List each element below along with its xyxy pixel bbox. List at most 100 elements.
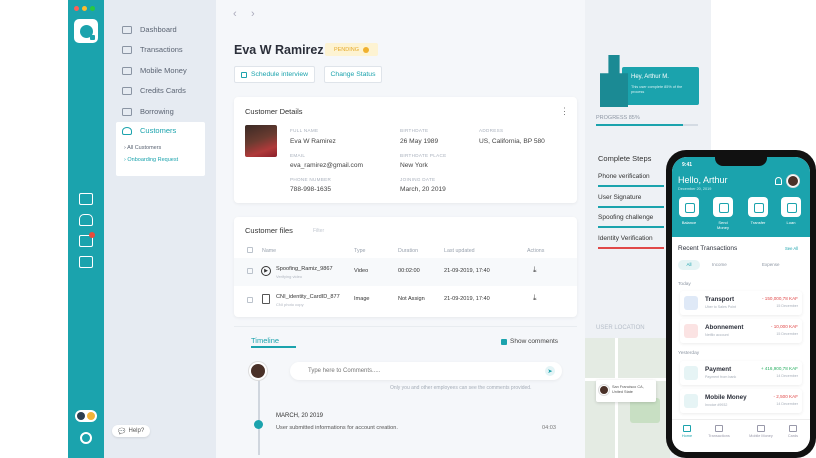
more-options-icon[interactable]: ⋮ [560,106,569,117]
minimize-dot-icon[interactable] [82,6,87,11]
tab-transactions[interactable]: Transactions [704,425,734,438]
event-text: User submitted informations for account … [276,425,398,431]
filter-all[interactable]: All [678,260,700,270]
timeline-line [258,375,260,455]
quick-action-transfer[interactable]: Transfer [747,197,769,231]
netflix-icon [684,324,698,338]
help-button[interactable]: 💬 Help? [112,425,151,437]
sidebar-item-customers[interactable]: Customers [122,126,176,135]
phone-bell-icon[interactable] [775,177,782,185]
lock-icon[interactable] [79,214,93,226]
greeting-sub: This user complete 85% of the process [631,85,683,95]
location-avatar [599,385,609,395]
row-checkbox[interactable] [247,268,253,274]
forward-chevron-icon[interactable]: › [251,8,255,20]
mobile-money-tab-icon [757,425,765,432]
tab-home[interactable]: Home [672,425,702,438]
loan-icon [781,197,801,217]
sidebar-item-borrowing[interactable]: Borrowing [122,107,174,116]
filter-input[interactable]: Filter [313,228,324,234]
field-value: eva_ramirez@gmail.com [290,162,364,169]
gear-icon[interactable] [80,432,92,444]
file-name[interactable]: CNI_identity_CardID_877 [276,294,340,300]
field-label: BIRTHDATE [400,128,429,133]
page-title: Eva W Ramirez [234,43,324,57]
mobile-money-icon [684,394,698,408]
file-duration: Not Assign [398,296,425,302]
step-bar [598,206,664,208]
steps-title: Complete Steps [598,154,652,163]
send-icon[interactable]: ➤ [545,366,555,376]
show-comments-label: Show comments [510,338,559,345]
schedule-interview-button[interactable]: Schedule interview [234,66,315,83]
sidebar-item-dashboard[interactable]: Dashboard [122,25,177,34]
customer-photo [245,125,277,157]
transaction-item[interactable]: Payment Payment from bank + 416,900,78 KAF… [680,361,802,385]
maximize-dot-icon[interactable] [90,6,95,11]
wallet-icon [122,66,132,75]
timeline-title[interactable]: Timeline [251,336,279,345]
change-status-button[interactable]: Change Status [324,66,382,83]
transaction-item[interactable]: Abonnement Netflix account - 10,000 KAF 15 … [680,319,802,343]
download-icon[interactable]: ⤓ [533,265,537,275]
transactions-tab-icon [715,425,723,432]
transaction-item[interactable]: Transport Uber to Sales Point - 150,000,78… [680,291,802,315]
theme-toggle[interactable] [75,410,97,422]
chat-icon[interactable] [79,256,93,268]
column-header: Last updated [444,248,475,254]
back-chevron-icon[interactable]: ‹ [233,8,237,20]
field-value: US, California, BP 580 [479,138,545,145]
show-comments-checkbox[interactable] [501,339,507,345]
location-pin-text: San Francisco CA, United State [612,385,644,394]
file-type: Video [354,268,369,274]
dashboard-grid-icon[interactable] [79,193,93,205]
sidebar-subitem-onboarding[interactable]: › Onboarding Request [124,157,178,163]
comment-input[interactable]: Type here to Comments..... [290,362,562,380]
select-all-checkbox[interactable] [247,247,253,253]
close-dot-icon[interactable] [74,6,79,11]
sidebar-item-mobile-money[interactable]: Mobile Money [122,66,187,75]
customer-files-title: Customer files [245,226,293,235]
column-header: Name [262,248,277,254]
cards-tab-icon [789,425,797,432]
field-label: BIRTHDATE PLACE [400,153,447,158]
credit-card-icon [122,86,132,95]
app-rail [68,0,104,458]
phone-notch [715,157,767,166]
phone-avatar[interactable] [787,175,799,187]
send-money-icon [713,197,733,217]
status-badge[interactable]: PENDING [325,43,378,56]
field-label: FULL NAME [290,128,319,133]
location-popup: San Francisco CA, United State [596,380,656,402]
step-bar [598,247,664,249]
dashboard-icon [122,25,132,34]
timeline-tab-underline [251,346,296,348]
sidebar-item-transactions[interactable]: Transactions [122,45,183,54]
quick-action-balance[interactable]: Balance [678,197,700,231]
quick-action-send-money[interactable]: Send Money [712,197,734,231]
row-checkbox[interactable] [247,297,253,303]
field-value: 26 May 1989 [400,138,439,145]
balance-icon [679,197,699,217]
home-icon [683,425,691,432]
download-icon[interactable]: ⤓ [533,293,537,303]
sidebar-item-credit-cards[interactable]: Credits Cards [122,86,186,95]
field-label: PHONE NUMBER [290,177,332,182]
transaction-item[interactable]: Mobile Money Invoice #9932- 2,500 KAF 14 D… [680,389,802,413]
timeline-dot [254,420,263,429]
quick-action-loan[interactable]: Loan [780,197,802,231]
tab-cards[interactable]: Cards [778,425,808,438]
section-yesterday: Yesterday [678,351,700,356]
see-all-link[interactable]: See All [785,246,798,251]
column-header: Type [354,248,366,254]
field-label: JOINING DATE [400,177,436,182]
filter-income[interactable]: Income [712,262,727,267]
file-updated: 21-09-2019, 17:40 [444,296,490,302]
filter-expense[interactable]: Expense [762,262,780,267]
step-label: Phone verification [598,173,650,180]
field-label: ADDRESS [479,128,504,133]
tab-mobile-money[interactable]: Mobile Money [746,425,776,438]
sidebar-subitem-all-customers[interactable]: › All Customers [124,145,161,151]
file-name[interactable]: Spoofing_Ramiz_9867 [276,266,333,272]
app-logo[interactable] [74,19,98,43]
